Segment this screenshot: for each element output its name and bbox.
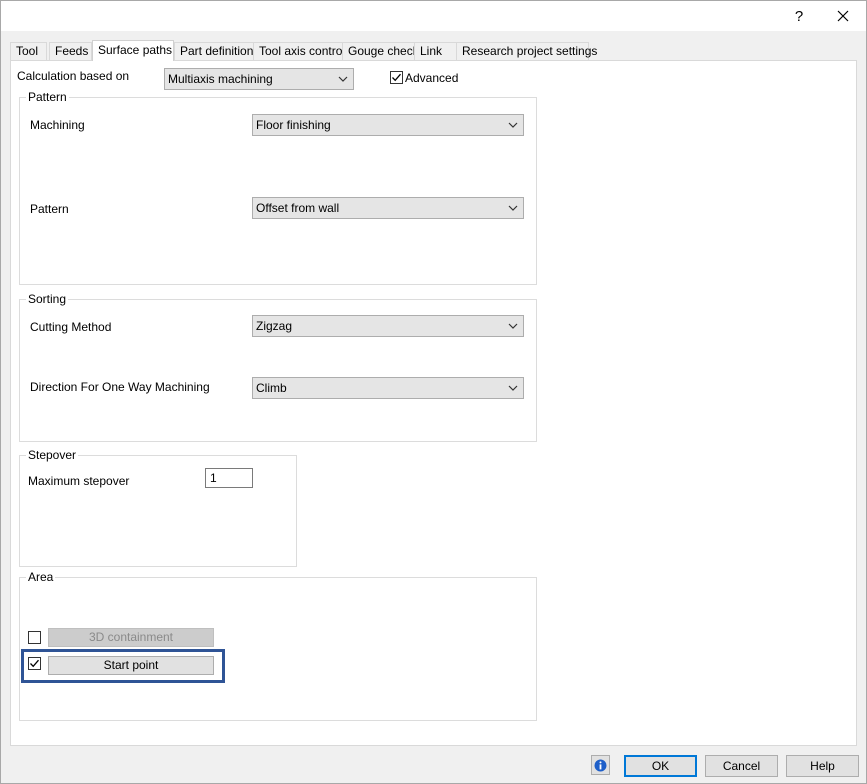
tab-link[interactable]: Link bbox=[414, 42, 457, 61]
close-icon bbox=[837, 10, 849, 22]
cutting-method-value: Zigzag bbox=[256, 319, 293, 333]
tab-tool-axis-control[interactable]: Tool axis control bbox=[253, 42, 345, 61]
calculation-combo[interactable]: Multiaxis machining bbox=[164, 68, 354, 90]
tab-feeds[interactable]: Feeds bbox=[49, 42, 92, 61]
calculation-value: Multiaxis machining bbox=[168, 72, 273, 86]
tab-surface-paths[interactable]: Surface paths bbox=[92, 40, 174, 61]
stepover-group-title: Stepover bbox=[26, 448, 79, 462]
tab-tool[interactable]: Tool bbox=[10, 42, 47, 61]
info-button[interactable] bbox=[591, 755, 610, 775]
help-button[interactable]: Help bbox=[786, 755, 859, 777]
chevron-down-icon bbox=[507, 378, 519, 398]
chevron-down-icon bbox=[507, 115, 519, 135]
pattern-value: Offset from wall bbox=[256, 201, 340, 215]
help-title-button[interactable]: ? bbox=[776, 1, 822, 31]
title-bar: ? bbox=[1, 1, 866, 31]
info-icon bbox=[594, 759, 607, 771]
pattern-group: Pattern Machining Floor finishing Patter… bbox=[19, 90, 537, 285]
tab-part-definition[interactable]: Part definition bbox=[174, 42, 254, 61]
area-group-title: Area bbox=[26, 570, 56, 584]
close-button[interactable] bbox=[820, 1, 866, 31]
direction-value: Climb bbox=[256, 381, 287, 395]
chevron-down-icon bbox=[337, 69, 349, 89]
max-stepover-input[interactable]: 1 bbox=[205, 468, 253, 488]
containment-button[interactable]: 3D containment bbox=[48, 628, 214, 647]
pattern-combo[interactable]: Offset from wall bbox=[252, 197, 524, 219]
advanced-checkbox[interactable] bbox=[390, 71, 403, 84]
pattern-group-title: Pattern bbox=[26, 90, 69, 104]
direction-combo[interactable]: Climb bbox=[252, 377, 524, 399]
machining-label: Machining bbox=[30, 118, 85, 132]
containment-checkbox[interactable] bbox=[28, 631, 41, 644]
cancel-button[interactable]: Cancel bbox=[705, 755, 778, 777]
pattern-label: Pattern bbox=[30, 202, 69, 216]
cutting-method-label: Cutting Method bbox=[30, 320, 112, 334]
ok-button[interactable]: OK bbox=[624, 755, 697, 777]
sorting-group: Sorting Cutting Method Zigzag Direction … bbox=[19, 292, 537, 442]
machining-combo[interactable]: Floor finishing bbox=[252, 114, 524, 136]
stepover-group: Stepover Maximum stepover 1 bbox=[19, 448, 297, 567]
surface-paths-panel: Calculation based on Multiaxis machining… bbox=[10, 60, 857, 746]
tab-research-project-settings[interactable]: Research project settings bbox=[456, 42, 597, 61]
chevron-down-icon bbox=[507, 316, 519, 336]
tab-gouge-check[interactable]: Gouge check bbox=[342, 42, 419, 61]
chevron-down-icon bbox=[507, 198, 519, 218]
calculation-label: Calculation based on bbox=[17, 69, 130, 83]
area-group: Area 3D containment Start point bbox=[19, 570, 537, 721]
cutting-method-combo[interactable]: Zigzag bbox=[252, 315, 524, 337]
advanced-label: Advanced bbox=[405, 71, 459, 85]
dialog-window: ? Tool Feeds Surface paths Part definiti… bbox=[0, 0, 867, 784]
direction-label: Direction For One Way Machining bbox=[30, 380, 210, 394]
selection-highlight bbox=[21, 649, 225, 683]
machining-value: Floor finishing bbox=[256, 118, 331, 132]
check-icon bbox=[392, 73, 401, 82]
sorting-group-title: Sorting bbox=[26, 292, 69, 306]
max-stepover-label: Maximum stepover bbox=[28, 474, 130, 488]
